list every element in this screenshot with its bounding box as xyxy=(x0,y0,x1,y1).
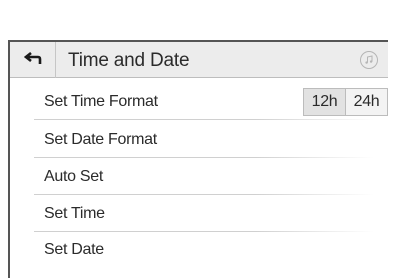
back-arrow-icon xyxy=(24,52,42,64)
time-format-12h-button[interactable]: 12h xyxy=(304,89,346,115)
row-label: Set Date Format xyxy=(44,131,157,148)
row-label: Set Date xyxy=(44,241,104,258)
time-format-24h-button[interactable]: 24h xyxy=(346,89,387,115)
auto-set-row[interactable]: Auto Set xyxy=(34,159,374,195)
set-time-row[interactable]: Set Time xyxy=(34,196,374,232)
set-time-format-row[interactable]: Set Time Format 12h 24h xyxy=(34,84,388,120)
set-date-row[interactable]: Set Date xyxy=(34,232,374,268)
set-date-format-row[interactable]: Set Date Format xyxy=(34,122,374,158)
header-bar: Time and Date xyxy=(10,40,388,78)
page-title: Time and Date xyxy=(68,50,190,71)
back-button[interactable] xyxy=(10,42,56,78)
row-label: Auto Set xyxy=(44,168,103,185)
row-label: Set Time xyxy=(44,205,105,222)
divider xyxy=(34,157,374,158)
music-note-icon[interactable] xyxy=(360,51,378,69)
row-label: Set Time Format xyxy=(44,93,158,110)
time-format-toggle[interactable]: 12h 24h xyxy=(303,88,388,116)
divider xyxy=(34,119,374,120)
settings-panel: Time and Date Set Time Format 12h 24h Se… xyxy=(8,40,390,278)
divider xyxy=(34,194,374,195)
